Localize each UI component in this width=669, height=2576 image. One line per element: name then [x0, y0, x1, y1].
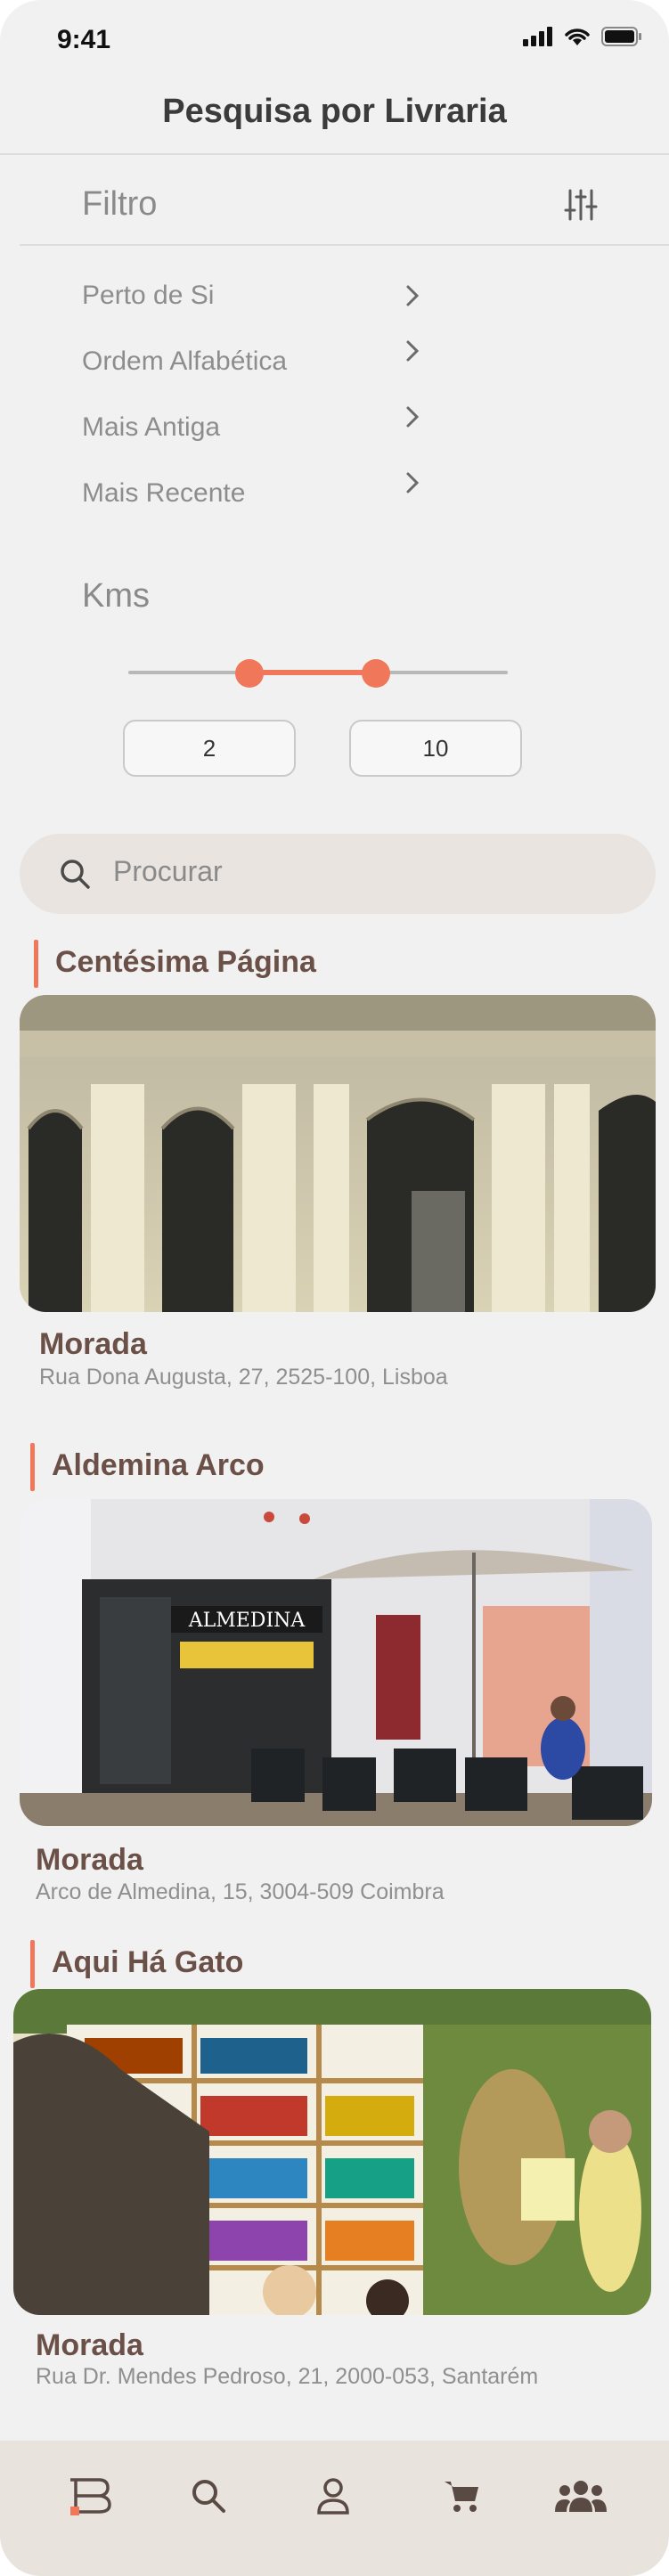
signal-icon [523, 27, 552, 46]
filter-option-label: Mais Recente [82, 478, 246, 508]
status-icons [523, 27, 642, 46]
search-bar[interactable]: Procurar [20, 834, 656, 914]
profile-icon [317, 2478, 349, 2515]
slider-selected-range [249, 670, 376, 675]
filter-options: Perto de Si Ordem Alfabética Mais Antiga… [82, 273, 420, 536]
tab-search[interactable] [182, 2469, 235, 2523]
search-placeholder: Procurar [113, 855, 223, 887]
status-bar: 9:41 [0, 0, 669, 86]
kms-min-input[interactable]: 2 [123, 720, 296, 777]
battery-icon [601, 27, 641, 46]
slider-min-handle[interactable] [235, 659, 264, 688]
kms-range-slider[interactable] [128, 659, 508, 688]
search-icon [61, 860, 90, 889]
tab-community[interactable] [554, 2469, 608, 2523]
chevron-right-icon [406, 406, 420, 428]
store-name[interactable]: Centésima Página [34, 940, 316, 988]
store-photo[interactable] [13, 1989, 651, 2315]
kms-label: Kms [82, 577, 150, 615]
tab-home[interactable] [62, 2469, 116, 2523]
storefront-arches-image [20, 995, 656, 1312]
kms-max-input[interactable]: 10 [349, 720, 522, 777]
bottom-tab-bar [0, 2441, 669, 2576]
address-label: Morada [36, 2328, 143, 2362]
filter-option-label: Mais Antiga [82, 412, 221, 442]
store-photo[interactable] [20, 995, 656, 1312]
slider-max-handle[interactable] [362, 659, 390, 688]
divider [0, 153, 669, 155]
store-photo[interactable]: ALMEDINA [20, 1499, 652, 1826]
filter-option-perto-de-si[interactable]: Perto de Si [82, 273, 420, 338]
chevron-right-icon [406, 472, 420, 493]
store-name[interactable]: Aqui Há Gato [30, 1940, 243, 1988]
divider [20, 244, 669, 246]
page-title: Pesquisa por Livraria [162, 93, 507, 130]
address-label: Morada [39, 1327, 147, 1361]
filter-option-ordem-alfabetica[interactable]: Ordem Alfabética [82, 338, 420, 404]
community-icon [555, 2481, 607, 2512]
storefront-cafe-image: ALMEDINA [20, 1499, 652, 1826]
store-address: Arco de Almedina, 15, 3004-509 Coimbra [36, 1879, 445, 1904]
sliders-icon[interactable] [563, 187, 599, 227]
phone-screen: 9:41 Pesquisa por Livraria Filtro Perto … [0, 0, 669, 2576]
search-icon [192, 2480, 225, 2513]
bookstore-cat-image [13, 1989, 651, 2315]
store-address: Rua Dona Augusta, 27, 2525-100, Lisboa [39, 1365, 448, 1390]
chevron-right-icon [406, 285, 420, 306]
status-time: 9:41 [57, 25, 111, 54]
cart-icon [445, 2482, 478, 2512]
wifi-icon [565, 29, 590, 45]
chevron-right-icon [406, 340, 420, 362]
filter-option-mais-antiga[interactable]: Mais Antiga [82, 404, 420, 470]
filter-label: Filtro [82, 185, 158, 223]
store-address: Rua Dr. Mendes Pedroso, 21, 2000-053, Sa… [36, 2364, 539, 2389]
store-name[interactable]: Aldemina Arco [30, 1443, 265, 1491]
filter-header: Filtro [82, 178, 599, 232]
home-logo-icon [70, 2478, 111, 2515]
store-sign-text: ALMEDINA [188, 1610, 306, 1632]
tab-cart[interactable] [435, 2469, 488, 2523]
filter-option-label: Ordem Alfabética [82, 346, 288, 376]
filter-option-label: Perto de Si [82, 281, 215, 310]
filter-option-mais-recente[interactable]: Mais Recente [82, 470, 420, 536]
tab-profile[interactable] [306, 2469, 360, 2523]
address-label: Morada [36, 1843, 143, 1877]
